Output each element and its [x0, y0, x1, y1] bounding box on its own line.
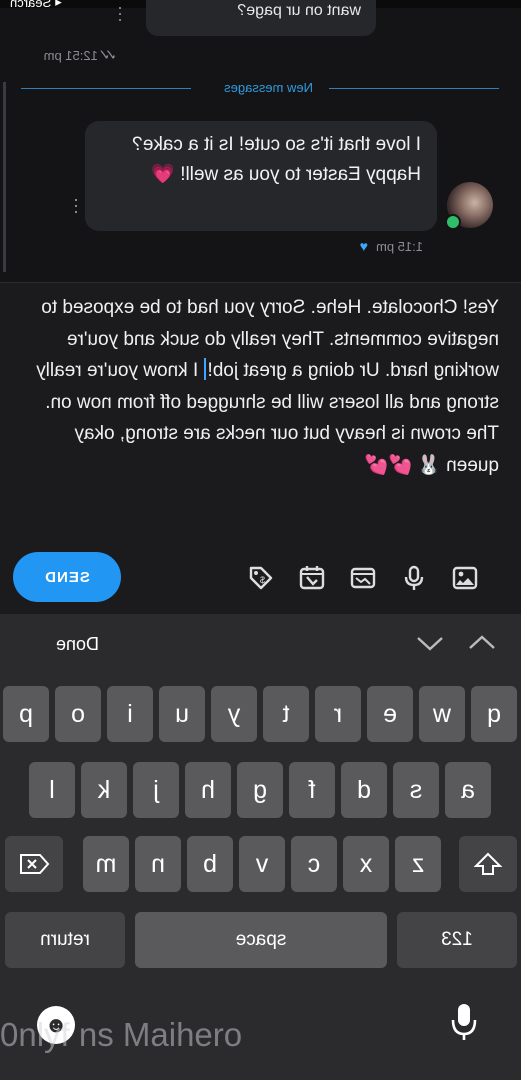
key-f[interactable]: f	[289, 762, 335, 818]
microphone-icon[interactable]	[396, 559, 432, 597]
key-j[interactable]: j	[133, 762, 179, 818]
message-options-icon[interactable]: · · ·	[73, 189, 79, 221]
incoming-message-time: 1:15 pm	[376, 238, 423, 254]
key-c[interactable]: c	[291, 836, 337, 892]
divider-line	[329, 88, 499, 89]
numbers-key[interactable]: 123	[397, 912, 517, 968]
key-l[interactable]: l	[29, 762, 75, 818]
key-z[interactable]: z	[395, 836, 441, 892]
text-cursor	[204, 358, 207, 380]
backspace-key[interactable]	[5, 836, 63, 892]
key-q[interactable]: q	[471, 686, 517, 742]
key-b[interactable]: b	[187, 836, 233, 892]
image-icon[interactable]	[447, 559, 483, 597]
key-u[interactable]: u	[159, 686, 205, 742]
shift-key[interactable]	[459, 836, 517, 892]
space-key[interactable]: space	[135, 912, 387, 968]
previous-message-text: want on ur page?	[237, 2, 361, 19]
divider-line	[21, 88, 191, 89]
key-p[interactable]: p	[3, 686, 49, 742]
key-d[interactable]: d	[341, 762, 387, 818]
online-status-icon	[445, 214, 461, 230]
incoming-message-meta: 1:15 pm ♥	[360, 238, 423, 254]
key-v[interactable]: v	[239, 836, 285, 892]
key-a[interactable]: a	[445, 762, 491, 818]
chevron-down-icon[interactable]	[415, 632, 445, 654]
key-x[interactable]: x	[343, 836, 389, 892]
done-button[interactable]: Done	[56, 634, 99, 655]
back-icon: ◂	[55, 0, 62, 9]
price-tag-icon[interactable]: $	[243, 559, 279, 597]
chevron-up-icon[interactable]	[467, 632, 497, 654]
svg-text:$: $	[260, 575, 265, 585]
key-w[interactable]: w	[419, 686, 465, 742]
key-r[interactable]: r	[315, 686, 361, 742]
previous-message-time: 12:51 pm	[43, 47, 98, 63]
key-k[interactable]: k	[81, 762, 127, 818]
like-heart-icon[interactable]: ♥	[360, 238, 368, 254]
vault-media-icon[interactable]	[345, 559, 381, 597]
more-options-icon[interactable]: · · ·	[117, 0, 123, 29]
key-o[interactable]: o	[55, 686, 101, 742]
shift-icon	[473, 852, 503, 875]
return-key[interactable]: return	[5, 912, 125, 968]
previous-message-meta: ✓✓ 12:51 pm	[44, 46, 117, 64]
key-t[interactable]: t	[263, 686, 309, 742]
incoming-message-text: I love that it's so cute! Is it a cake? …	[132, 134, 421, 185]
compose-toolbar: $	[243, 558, 483, 598]
key-e[interactable]: e	[367, 686, 413, 742]
new-messages-divider: New messages	[224, 80, 313, 95]
key-s[interactable]: s	[393, 762, 439, 818]
dictation-icon[interactable]	[449, 1002, 479, 1042]
key-h[interactable]: h	[185, 762, 231, 818]
key-n[interactable]: n	[135, 836, 181, 892]
schedule-icon[interactable]	[294, 559, 330, 597]
key-y[interactable]: y	[211, 686, 257, 742]
key-g[interactable]: g	[237, 762, 283, 818]
search-link[interactable]: ◂ Search	[10, 0, 62, 10]
send-button[interactable]: SEND	[13, 552, 121, 602]
message-input[interactable]: Yes! Chocolate. Hehe. Sorry you had to b…	[21, 292, 499, 481]
double-check-icon: ✓✓	[103, 47, 117, 64]
key-m[interactable]: m	[83, 836, 129, 892]
new-message-indicator	[3, 82, 6, 272]
backspace-icon	[20, 854, 50, 874]
key-i[interactable]: i	[107, 686, 153, 742]
watermark: 0nlyf ns Maihero	[0, 1016, 243, 1053]
